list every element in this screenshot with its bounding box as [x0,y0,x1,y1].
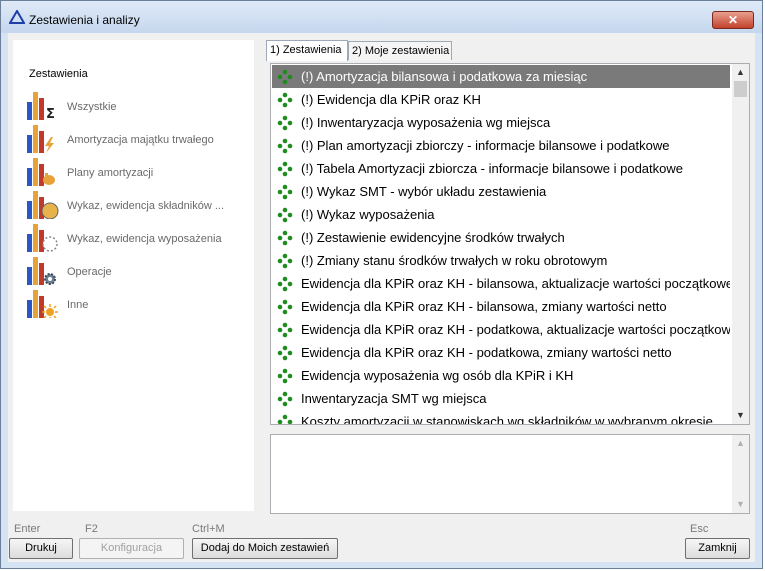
list-item[interactable]: Inwentaryzacja SMT wg miejsca [272,387,730,410]
list-item-label: Ewidencja dla KPiR oraz KH - bilansowa, … [301,299,667,314]
sidebar-item[interactable]: Σ Wszystkie [27,92,247,122]
list-item[interactable]: Ewidencja dla KPiR oraz KH - podatkowa, … [272,318,730,341]
list-item[interactable]: Ewidencja dla KPiR oraz KH - bilansowa, … [272,272,730,295]
sidebar-item[interactable]: Amortyzacja majątku trwałego [27,125,247,155]
list-item[interactable]: (!) Inwentaryzacja wyposażenia wg miejsc… [272,111,730,134]
list-item[interactable]: Koszty amortyzacji w stanowiskach wg skł… [272,410,730,425]
list-item-label: (!) Wykaz wyposażenia [301,207,435,222]
report-dots-icon [277,161,293,177]
list-item[interactable]: (!) Wykaz wyposażenia [272,203,730,226]
list-item-label: (!) Ewidencja dla KPiR oraz KH [301,92,481,107]
hotkey-label: Esc [690,523,709,535]
sidebar-item[interactable]: Operacje [27,257,247,287]
list-item-label: Ewidencja dla KPiR oraz KH - bilansowa, … [301,276,730,291]
tab-zestawienia[interactable]: 1) Zestawienia [266,40,348,61]
list-item-label: (!) Zmiany stanu środków trwałych w roku… [301,253,608,268]
sidebar-item[interactable]: Inne [27,290,247,320]
app-triangle-icon [9,10,25,24]
print-button[interactable]: Drukuj [9,538,73,559]
scroll-thumb[interactable] [734,81,747,97]
list-item[interactable]: (!) Tabela Amortyzacji zbiorcza - inform… [272,157,730,180]
list-item[interactable]: Ewidencja dla KPiR oraz KH - podatkowa, … [272,341,730,364]
category-panel: Zestawienia Σ Wszystkie Amortyzacja majątk… [13,40,254,511]
list-item-label: Ewidencja wyposażenia wg osób dla KPiR i… [301,368,574,383]
report-dots-icon [277,115,293,131]
tab-moje-zestawienia[interactable]: 2) Moje zestawienia [348,41,452,60]
report-dots-icon [277,69,293,85]
svg-text:Σ: Σ [46,107,55,120]
list-scrollbar[interactable]: ▲ ▼ [732,64,749,424]
hotkey-label: Enter [14,523,41,535]
list-item-label: Inwentaryzacja SMT wg miejsca [301,391,487,406]
report-dots-icon [277,368,293,384]
list-item-label: Koszty amortyzacji w stanowiskach wg skł… [301,414,713,425]
config-button[interactable]: Konfiguracja [79,538,184,559]
gear-icon [27,257,56,285]
report-dots-icon [277,184,293,200]
list-item[interactable]: Ewidencja dla KPiR oraz KH - bilansowa, … [272,295,730,318]
scroll-up-icon[interactable]: ▲ [732,64,749,81]
dashed-circle-icon [27,224,58,252]
list-item[interactable]: (!) Zestawienie ewidencyjne środków trwa… [272,226,730,249]
report-dots-icon [277,276,293,292]
scroll-down-icon[interactable]: ▼ [732,496,749,513]
sidebar-item-label: Operacje [67,266,112,278]
report-dots-icon [277,414,293,424]
report-dots-icon [277,230,293,246]
title-bar: Zestawienia i analizy ✕ [1,1,762,33]
dialog-window: Zestawienia i analizy ✕ Zestawienia Σ Wsz… [0,0,763,569]
list-item[interactable]: Ewidencja wyposażenia wg osób dla KPiR i… [272,364,730,387]
hotkey-label: Ctrl+M [192,523,225,535]
sidebar-item[interactable]: Wykaz, ewidencja wyposażenia [27,224,247,254]
list-item-label: (!) Wykaz SMT - wybór układu zestawienia [301,184,547,199]
sidebar-item-label: Plany amortyzacji [67,167,154,179]
scroll-up-icon[interactable]: ▲ [732,435,749,452]
add-to-my-button[interactable]: Dodaj do Moich zestawień [192,538,338,559]
list-item[interactable]: (!) Plan amortyzacji zbiorczy - informac… [272,134,730,157]
scroll-down-icon[interactable]: ▼ [732,407,749,424]
hotkey-label: F2 [85,523,98,535]
list-item-label: (!) Inwentaryzacja wyposażenia wg miejsc… [301,115,551,130]
report-dots-icon [277,138,293,154]
list-item[interactable]: (!) Wykaz SMT - wybór układu zestawienia [272,180,730,203]
list-item-label: Ewidencja dla KPiR oraz KH - podatkowa, … [301,322,730,337]
report-dots-icon [277,92,293,108]
sigma-icon: Σ [27,92,55,120]
list-item-label: (!) Tabela Amortyzacji zbiorcza - inform… [301,161,683,176]
report-dots-icon [277,299,293,315]
list-item[interactable]: (!) Amortyzacja bilansowa i podatkowa za… [272,65,730,88]
list-item[interactable]: (!) Zmiany stanu środków trwałych w roku… [272,249,730,272]
report-dots-icon [277,253,293,269]
sidebar-item-label: Wykaz, ewidencja składników ... [67,200,225,212]
sidebar-item-label: Inne [67,299,89,311]
lightning-icon [27,125,54,153]
sidebar-item-label: Wykaz, ewidencja wyposażenia [67,233,222,245]
sidebar-item[interactable]: Wykaz, ewidencja składników ... [27,191,247,221]
list-item-label: (!) Zestawienie ewidencyjne środków trwa… [301,230,565,245]
sun-icon [27,290,58,318]
list-item-label: Ewidencja dla KPiR oraz KH - podatkowa, … [301,345,672,360]
list-item-label: (!) Amortyzacja bilansowa i podatkowa za… [301,69,588,84]
report-dots-icon [277,207,293,223]
sidebar-item-label: Wszystkie [67,101,117,113]
sidebar-item[interactable]: Plany amortyzacji [27,158,247,188]
description-scrollbar[interactable]: ▲ ▼ [732,435,749,513]
dialog-client-area: Zestawienia Σ Wszystkie Amortyzacja majątk… [8,33,755,562]
hand-icon [27,158,55,186]
close-button[interactable]: Zamknij [685,538,750,559]
list-item-label: (!) Plan amortyzacji zbiorczy - informac… [301,138,670,153]
window-title: Zestawienia i analizy [29,13,140,27]
report-dots-icon [277,345,293,361]
list-item[interactable]: (!) Ewidencja dla KPiR oraz KH [272,88,730,111]
report-list[interactable]: (!) Amortyzacja bilansowa i podatkowa za… [270,63,750,425]
description-box: ▲ ▼ [270,434,750,514]
category-header: Zestawienia [29,68,88,80]
circle-icon [27,191,59,219]
window-close-button[interactable]: ✕ [712,11,754,29]
sidebar-item-label: Amortyzacja majątku trwałego [67,134,214,146]
report-dots-icon [277,391,293,407]
report-dots-icon [277,322,293,338]
